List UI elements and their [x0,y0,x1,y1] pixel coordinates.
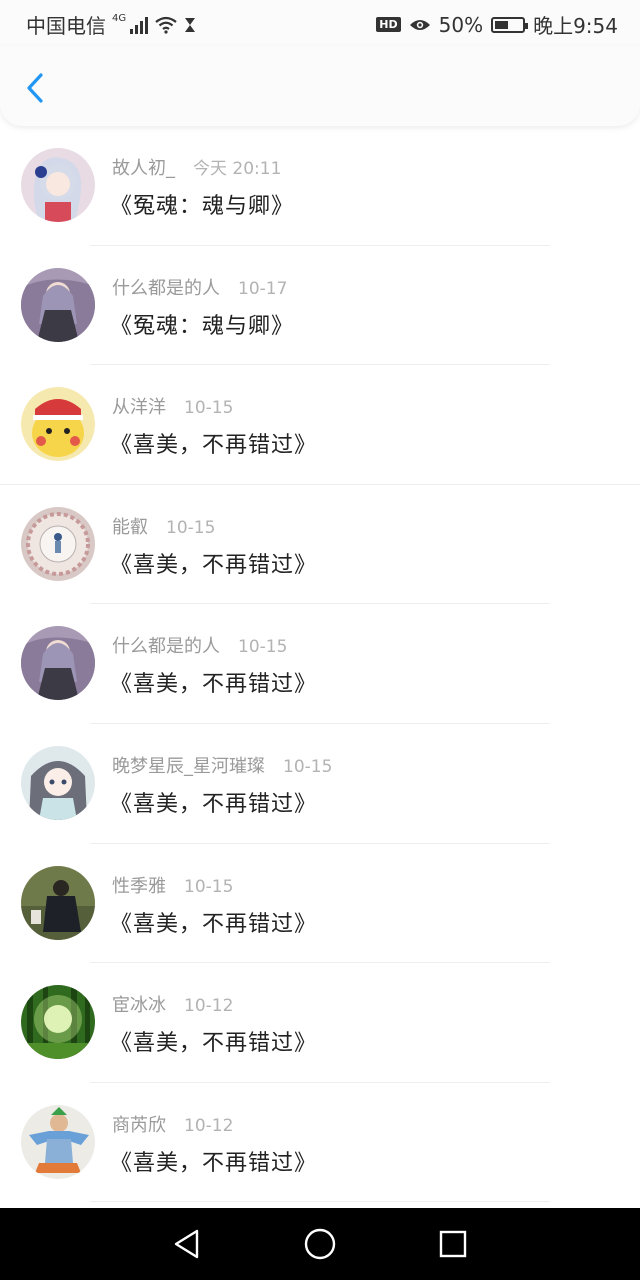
comment-meta: 什么都是的人 10-17 [112,274,287,300]
comment-meta: 从洋洋 10-15 [112,393,233,419]
list-item[interactable]: 商芮欣 10-12 《喜美，不再错过》 [0,1083,640,1203]
status-right: HD 50% 晚上9:54 [376,10,618,39]
divider [90,1201,550,1203]
nav-home-button[interactable] [295,1219,345,1269]
avatar[interactable] [21,985,95,1060]
avatar[interactable] [21,745,95,820]
avatar[interactable] [21,626,95,701]
comment-meta: 能叡 10-15 [112,513,215,539]
comment-date: 10-15 [283,756,333,777]
eye-icon [409,19,430,30]
battery-fill [495,20,509,29]
comment-title[interactable]: 《冤魂：魂与卿》 [110,308,294,340]
hd-badge: HD [376,17,401,32]
list-item[interactable]: 从洋洋 10-15 《喜美，不再错过》 [0,365,640,485]
user-name[interactable]: 什么都是的人 [112,274,220,300]
signal-icon [130,16,149,34]
comment-meta: 性季雅 10-15 [112,872,233,898]
clock: 晚上9:54 [533,14,618,38]
comment-meta: 商芮欣 10-12 [112,1111,233,1137]
nav-back-button[interactable] [162,1219,212,1269]
top-app-bar [0,46,640,126]
user-name[interactable]: 能叡 [112,513,148,539]
status-left: 中国电信 4G [26,10,196,39]
comment-title[interactable]: 《冤魂：魂与卿》 [110,188,294,220]
avatar[interactable] [21,387,95,462]
comment-title[interactable]: 《喜美，不再错过》 [110,666,317,698]
comment-date: 10-15 [184,398,234,419]
battery-icon [491,16,529,33]
avatar[interactable] [21,267,95,342]
comment-meta: 宦冰冰 10-12 [112,991,233,1017]
comment-date: 10-12 [184,996,234,1017]
network-type: 4G [112,13,127,24]
avatar[interactable] [21,506,95,581]
avatar[interactable] [21,865,95,940]
list-item[interactable]: 什么都是的人 10-17 《冤魂：魂与卿》 [0,246,640,366]
list-item[interactable]: 晚梦星辰_星河璀璨 10-15 《喜美，不再错过》 [0,724,640,844]
comment-date: 10-15 [184,876,234,897]
battery-percent: 50% [438,12,484,37]
user-name[interactable]: 故人初_ [112,154,175,180]
user-name[interactable]: 从洋洋 [112,393,166,419]
list-item[interactable]: 什么都是的人 10-15 《喜美，不再错过》 [0,604,640,724]
list-item[interactable]: 性季雅 10-15 《喜美，不再错过》 [0,844,640,964]
system-nav-bar [0,1208,640,1280]
user-name[interactable]: 商芮欣 [112,1111,166,1137]
chevron-left-icon [27,73,43,103]
comment-date: 今天 20:11 [193,159,282,179]
hourglass-icon [185,17,196,32]
nav-recents-button[interactable] [428,1219,478,1269]
user-name[interactable]: 什么都是的人 [112,632,220,658]
comment-date: 10-15 [166,517,216,538]
comment-title[interactable]: 《喜美，不再错过》 [110,1145,317,1177]
user-name[interactable]: 性季雅 [112,872,166,898]
comment-date: 10-12 [184,1115,234,1136]
back-button[interactable] [18,68,52,108]
carrier-label: 中国电信 [26,14,106,38]
user-name[interactable]: 晚梦星辰_星河璀璨 [112,752,265,778]
user-name[interactable]: 宦冰冰 [112,991,166,1017]
comment-list: 故人初_ 今天 20:11 《冤魂：魂与卿》 什么都是的人 10-17 《冤魂：… [0,126,640,1208]
back-triangle-icon [174,1229,198,1259]
comment-meta: 故人初_ 今天 20:11 [112,154,281,180]
list-item[interactable]: 能叡 10-15 《喜美，不再错过》 [0,485,640,605]
comment-date: 10-15 [238,637,288,658]
comment-date: 10-17 [238,278,288,299]
avatar[interactable] [21,148,95,222]
list-item[interactable]: 故人初_ 今天 20:11 《冤魂：魂与卿》 [0,126,640,246]
comment-title[interactable]: 《喜美，不再错过》 [110,1025,317,1057]
avatar[interactable] [21,1104,95,1179]
comment-meta: 晚梦星辰_星河璀璨 10-15 [112,752,332,778]
home-circle-icon [304,1228,336,1260]
status-bar: 中国电信 4G HD 50% 晚上9:54 [0,0,640,46]
wifi-icon [155,16,177,34]
recents-square-icon [440,1230,467,1258]
comment-title[interactable]: 《喜美，不再错过》 [110,427,317,459]
comment-title[interactable]: 《喜美，不再错过》 [110,547,317,579]
comment-meta: 什么都是的人 10-15 [112,632,287,658]
comment-title[interactable]: 《喜美，不再错过》 [110,786,317,818]
comment-title[interactable]: 《喜美，不再错过》 [110,906,317,938]
list-item[interactable]: 宦冰冰 10-12 《喜美，不再错过》 [0,963,640,1083]
